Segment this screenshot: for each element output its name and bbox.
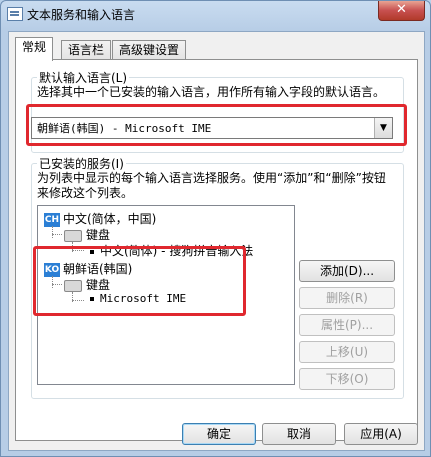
default-language-label: 默认输入语言(L)	[37, 69, 130, 86]
dialog-window: 文本服务和输入语言 ✕ 常规 语言栏 高级键设置 默认输入语言(L) 选择其中一…	[0, 0, 431, 457]
annotation-highlight-korean-ime	[33, 246, 246, 316]
tab-advanced-key-settings[interactable]: 高级键设置	[112, 40, 187, 60]
move-down-button[interactable]: 下移(O)	[299, 368, 395, 390]
tree-language-chinese[interactable]: CH 中文(简体，中国)	[44, 210, 156, 227]
properties-button[interactable]: 属性(P)...	[299, 314, 395, 336]
tree-category-label: 键盘	[86, 228, 111, 242]
tab-language-bar[interactable]: 语言栏	[61, 40, 112, 60]
window-title: 文本服务和输入语言	[27, 8, 136, 22]
move-up-button[interactable]: 上移(U)	[299, 341, 395, 363]
default-language-description: 选择其中一个已安装的输入语言，用作所有输入字段的默认语言。	[37, 85, 386, 99]
remove-button[interactable]: 删除(R)	[299, 287, 395, 309]
tab-general[interactable]: 常规	[15, 37, 54, 61]
title-bar[interactable]: 文本服务和输入语言 ✕	[1, 1, 430, 27]
tree-connector	[52, 234, 62, 235]
installed-services-description: 为列表中显示的每个输入语言选择服务。使用“添加”和“删除”按钮来修改这个列表。	[37, 171, 386, 200]
cancel-button[interactable]: 取消	[262, 423, 336, 445]
tree-connector	[52, 226, 53, 238]
tree-language-label: 中文(简体，中国)	[63, 212, 157, 226]
window-app-icon	[7, 7, 23, 21]
ok-button[interactable]: 确定	[182, 423, 256, 445]
close-button[interactable]: ✕	[378, 1, 425, 21]
tree-category-keyboard[interactable]: 键盘	[64, 226, 110, 243]
language-badge-icon: CH	[44, 212, 60, 227]
add-button[interactable]: 添加(D)...	[299, 260, 395, 282]
keyboard-icon	[64, 229, 82, 242]
annotation-highlight-default-language	[26, 104, 407, 146]
apply-button[interactable]: 应用(A)	[344, 423, 418, 445]
installed-services-label: 已安装的服务(I)	[37, 155, 126, 172]
